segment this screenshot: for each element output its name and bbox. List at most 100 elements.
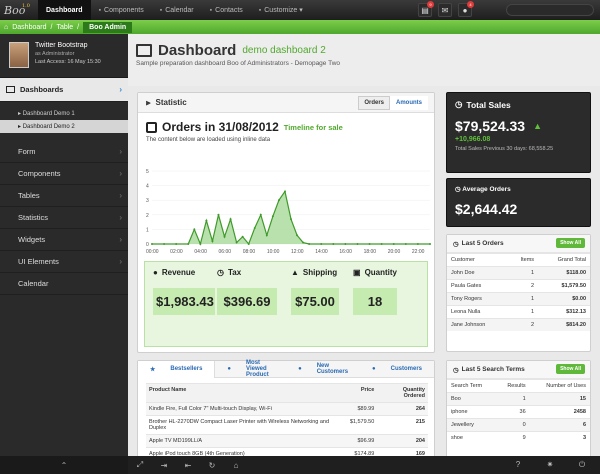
refresh-icon[interactable]: ↻ bbox=[200, 461, 224, 470]
data-point bbox=[320, 243, 323, 245]
table-row[interactable]: Leona Nulla 1 $312.13 bbox=[447, 305, 590, 319]
table-row[interactable]: shoe 9 3 bbox=[447, 431, 590, 444]
page-description: Sample preparation dashboard Boo of Admi… bbox=[136, 60, 341, 67]
mail-icon[interactable]: ✉ bbox=[438, 3, 452, 17]
data-point bbox=[380, 243, 383, 245]
table-cell: Brother HL-2270DW Compact Laser Printer … bbox=[146, 415, 347, 435]
y-tick-label: 5 bbox=[146, 169, 149, 175]
loaded-note: The content below are loaded using inlin… bbox=[146, 137, 271, 143]
table-row[interactable]: Paula Gates 2 $1,579.50 bbox=[447, 279, 590, 293]
table-row[interactable]: Brother HL-2270DW Compact Laser Printer … bbox=[146, 415, 428, 435]
tab-bestsellers[interactable]: ★ Bestsellers bbox=[138, 360, 216, 378]
tab-orders[interactable]: Orders bbox=[358, 96, 390, 110]
data-point bbox=[416, 243, 419, 245]
column-header: Grand Total bbox=[538, 253, 590, 267]
show-all-button[interactable]: Show All bbox=[556, 364, 585, 374]
table-cell: Leona Nulla bbox=[447, 305, 508, 319]
x-tick-label: 04:00 bbox=[194, 249, 207, 255]
table-cell: Jane Johnson bbox=[447, 318, 508, 331]
y-tick-label: 1 bbox=[146, 227, 149, 233]
globe-icon[interactable]: ● 4 bbox=[458, 1, 474, 17]
logout-icon[interactable]: ⇥ bbox=[152, 461, 176, 470]
total-sales-previous: Total Sales Previous 30 days: 68,558.25 bbox=[455, 146, 554, 152]
tab-customers[interactable]: ● Customers bbox=[360, 366, 434, 372]
profile: Twitter Bootstrap as Administrator Last … bbox=[0, 34, 128, 78]
data-point bbox=[302, 241, 305, 244]
avatar[interactable] bbox=[9, 42, 29, 68]
chevron-right-icon: › bbox=[119, 235, 122, 244]
sidebar-item-tables[interactable]: Tables › bbox=[0, 185, 128, 207]
sidebar-subitem-demo-2[interactable]: ▸ Dashboard Demo 2 bbox=[0, 120, 128, 133]
nav-customize-[interactable]: ▪ Customize ▾ bbox=[251, 0, 311, 20]
kpi-label-text: Tax bbox=[227, 268, 242, 277]
total-sales-value: $79,524.33 bbox=[455, 118, 526, 134]
notes-icon[interactable]: ▤ 9 bbox=[418, 1, 434, 17]
data-point bbox=[253, 226, 256, 229]
table-row[interactable]: Apple TV MD199LL/A $96.99 204 bbox=[146, 434, 428, 448]
data-point bbox=[356, 243, 359, 245]
tab-new-customers[interactable]: ● New Customers bbox=[286, 363, 360, 375]
sidebar-item-dashboards[interactable]: Dashboards › bbox=[0, 78, 128, 102]
breadcrumb-item[interactable]: Dashboard bbox=[12, 24, 46, 31]
sidebar-collapse-button[interactable]: ⌃ bbox=[0, 456, 128, 474]
x-tick-label: 02:00 bbox=[170, 249, 183, 255]
table-cell: $96.99 bbox=[346, 434, 378, 448]
sidebar-subitem-demo-1[interactable]: ▸ Dashboard Demo 1 bbox=[0, 107, 128, 120]
show-all-button[interactable]: Show All bbox=[556, 238, 585, 248]
x-tick-label: 12:00 bbox=[291, 249, 304, 255]
forward-icon[interactable]: ⇤ bbox=[176, 461, 200, 470]
brand-logo[interactable]: Boo 1.0 bbox=[0, 0, 38, 20]
table-cell: 1 bbox=[507, 266, 539, 280]
table-cell: John Doe bbox=[447, 266, 508, 280]
profile-name[interactable]: Twitter Bootstrap bbox=[35, 42, 101, 49]
x-tick-label: 16:00 bbox=[339, 249, 352, 255]
table-row[interactable]: Kindle Fire, Full Color 7" Multi-touch D… bbox=[146, 402, 428, 416]
home-icon[interactable]: ⌂ bbox=[4, 24, 8, 31]
table-row[interactable]: Jewellery 0 6 bbox=[447, 418, 590, 432]
sidebar: Twitter Bootstrap as Administrator Last … bbox=[0, 34, 128, 474]
table-cell: Apple TV MD199LL/A bbox=[146, 434, 347, 448]
sidebar-item-label: UI Elements bbox=[18, 257, 59, 266]
table-cell: shoe bbox=[447, 431, 497, 444]
table-row[interactable]: Boo 1 15 bbox=[447, 392, 590, 406]
table-cell: Boo bbox=[447, 392, 497, 406]
sidebar-item-label: Components bbox=[18, 169, 61, 178]
sidebar-item-form[interactable]: Form › bbox=[0, 141, 128, 163]
x-tick-label: 18:00 bbox=[364, 249, 377, 255]
data-point bbox=[151, 243, 153, 245]
data-point bbox=[283, 190, 286, 193]
data-point bbox=[211, 240, 214, 243]
breadcrumb-item[interactable]: Table bbox=[56, 24, 73, 31]
chevron-right-icon: › bbox=[119, 147, 122, 156]
table-row[interactable]: Jane Johnson 2 $814.20 bbox=[447, 318, 590, 331]
icon-glyph: ✉ bbox=[441, 5, 449, 15]
sidebar-item-statistics[interactable]: Statistics › bbox=[0, 207, 128, 229]
power-icon[interactable]: ⏻ bbox=[570, 460, 594, 470]
home-icon[interactable]: ⌂ bbox=[224, 461, 248, 470]
table-row[interactable]: iphone 36 2458 bbox=[447, 405, 590, 419]
average-orders-value: $2,644.42 bbox=[455, 201, 518, 217]
nav-dashboard[interactable]: Dashboard bbox=[38, 0, 91, 20]
tab-amounts[interactable]: Amounts bbox=[390, 96, 428, 110]
sidebar-item-components[interactable]: Components › bbox=[0, 163, 128, 185]
nav-components[interactable]: ▪ Components bbox=[91, 0, 152, 20]
sidebar-item-ui-elements[interactable]: UI Elements › bbox=[0, 251, 128, 273]
tab-most-viewed-product[interactable]: ● Most Viewed Product bbox=[215, 360, 286, 378]
sidebar-item-calendar[interactable]: Calendar bbox=[0, 273, 128, 295]
table-cell: iphone bbox=[447, 405, 497, 419]
kpi-quantity: ▣ Quantity 18 bbox=[353, 268, 397, 315]
nav-contacts[interactable]: ▪ Contacts bbox=[202, 0, 251, 20]
sidebar-item-label: Calendar bbox=[18, 279, 49, 288]
settings-icon[interactable]: ✷ bbox=[538, 460, 562, 470]
search-input[interactable] bbox=[506, 4, 594, 16]
kpi-value: $1,983.43 bbox=[153, 288, 215, 315]
fullscreen-icon[interactable]: ⤢ bbox=[128, 460, 152, 470]
sidebar-item-widgets[interactable]: Widgets › bbox=[0, 229, 128, 251]
page-title: Dashboard bbox=[158, 42, 237, 59]
tab-label: New Customers bbox=[316, 363, 349, 375]
nav-calendar[interactable]: ▪ Calendar bbox=[152, 0, 202, 20]
kpi-value: 18 bbox=[353, 288, 397, 315]
help-icon[interactable]: ? bbox=[506, 460, 530, 470]
table-row[interactable]: Tony Rogers 1 $0.00 bbox=[447, 292, 590, 306]
table-row[interactable]: John Doe 1 $118.00 bbox=[447, 266, 590, 280]
